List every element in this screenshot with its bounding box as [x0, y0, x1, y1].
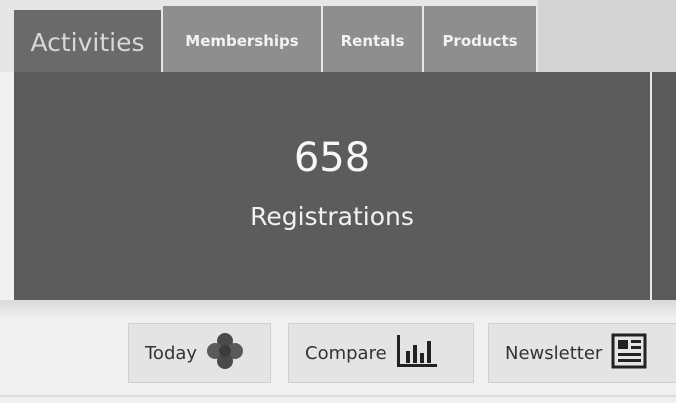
clover-icon	[205, 331, 245, 376]
registrations-label: Registrations	[250, 202, 414, 231]
newsletter-button-label: Newsletter	[505, 342, 603, 364]
registrations-count: 658	[293, 135, 371, 181]
tab-memberships-label: Memberships	[185, 32, 299, 50]
today-button-label: Today	[145, 342, 198, 364]
dashboard-screen: Activities Memberships Rentals Products …	[0, 0, 676, 403]
tab-rentals[interactable]: Rentals	[321, 6, 422, 72]
action-bar-bottom-line	[0, 395, 676, 397]
today-button[interactable]: Today	[128, 323, 271, 383]
action-bar-shadow	[0, 300, 676, 318]
tab-products[interactable]: Products	[422, 6, 538, 72]
tab-products-label: Products	[442, 32, 518, 50]
stats-panel	[14, 72, 650, 300]
bar-chart-icon	[395, 331, 439, 376]
compare-button[interactable]: Compare	[288, 323, 474, 383]
tab-rentals-label: Rentals	[340, 32, 405, 50]
newspaper-icon	[610, 331, 650, 376]
tab-memberships[interactable]: Memberships	[161, 6, 321, 72]
top-strip-right	[538, 0, 676, 72]
newsletter-button[interactable]: Newsletter	[488, 323, 676, 383]
tab-activities[interactable]: Activities	[14, 10, 161, 72]
next-panel-edge	[652, 72, 676, 300]
tab-activities-label: Activities	[30, 27, 145, 57]
compare-button-label: Compare	[305, 342, 387, 364]
